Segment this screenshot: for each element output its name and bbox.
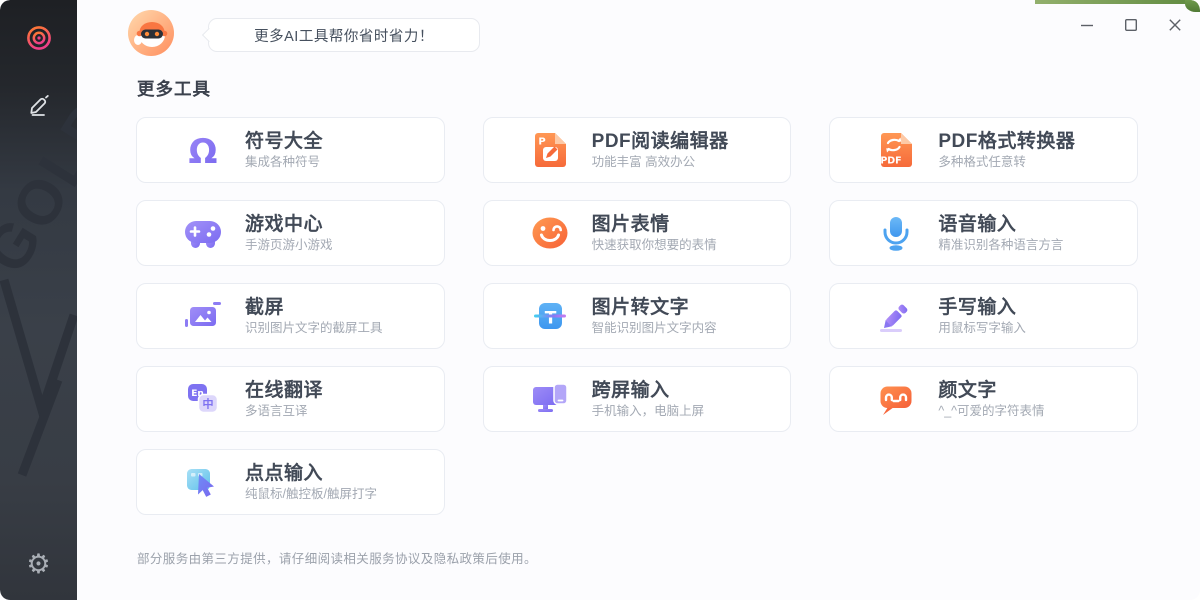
screenshot-icon — [183, 296, 223, 336]
microphone-icon — [876, 213, 916, 253]
tool-subtitle: 快速获取你想要的表情 — [592, 238, 717, 253]
page-title: 更多工具 — [137, 76, 211, 101]
window-controls — [1072, 10, 1190, 40]
tool-card-handwriting[interactable]: 手写输入 用鼠标写字输入 — [829, 283, 1138, 349]
promo-bubble: 更多AI工具帮你省时省力！ — [208, 18, 480, 52]
close-button[interactable] — [1160, 10, 1190, 40]
cross-screen-icon — [530, 379, 570, 419]
tool-title: PDF格式转换器 — [938, 131, 1075, 152]
tool-card-image-to-text[interactable]: T 图片转文字 智能识别图片文字内容 — [483, 283, 792, 349]
tool-title: 图片转文字 — [592, 297, 717, 318]
tool-subtitle: 精准识别各种语言方言 — [938, 238, 1063, 253]
minimize-button[interactable] — [1072, 10, 1102, 40]
tool-subtitle: 纯鼠标/触控板/触屏打字 — [245, 487, 377, 502]
sidebar-watermark-zigzag — [0, 260, 77, 490]
tool-subtitle: 多语言互译 — [245, 404, 323, 419]
cursor-click-icon — [183, 462, 223, 502]
svg-text:Ω: Ω — [189, 132, 218, 170]
pdf-convert-icon: PDF — [876, 130, 916, 170]
tool-card-pdf-converter[interactable]: PDF PDF格式转换器 多种格式任意转 — [829, 117, 1138, 183]
tool-title: 游戏中心 — [245, 214, 333, 235]
tool-subtitle: 手机输入，电脑上屏 — [592, 404, 705, 419]
tool-subtitle: ^_^可爱的字符表情 — [938, 404, 1044, 419]
promo-bubble-text: 更多AI工具帮你省时省力！ — [254, 25, 434, 46]
edit-pen-icon[interactable] — [17, 82, 61, 126]
brand-logo-icon[interactable] — [17, 16, 61, 60]
svg-text:中: 中 — [203, 397, 214, 411]
tools-grid: Ω 符号大全 集成各种符号 P — [136, 117, 1138, 515]
omega-icon: Ω — [183, 130, 223, 170]
svg-text:P: P — [538, 137, 545, 148]
tool-subtitle: 识别图片文字的截屏工具 — [245, 321, 383, 336]
app-window: GOLD ⚙ — [0, 0, 1200, 600]
tool-card-game-center[interactable]: 游戏中心 手游页游小游戏 — [136, 200, 445, 266]
svg-text:T: T — [544, 309, 556, 329]
maximize-button[interactable] — [1116, 10, 1146, 40]
mascot-avatar[interactable] — [128, 10, 174, 56]
tool-title: 点点输入 — [245, 463, 377, 484]
image-to-text-icon: T — [530, 296, 570, 336]
settings-gear-icon[interactable]: ⚙ — [17, 542, 61, 586]
svg-text:PDF: PDF — [881, 156, 902, 167]
smiley-icon — [530, 213, 570, 253]
translate-icon: En 中 — [183, 379, 223, 419]
tool-title: 手写输入 — [938, 297, 1026, 318]
tool-card-kaomoji[interactable]: 颜文字 ^_^可爱的字符表情 — [829, 366, 1138, 432]
disclaimer-text: 部分服务由第三方提供，请仔细阅读相关服务协议及隐私政策后使用。 — [137, 548, 537, 567]
tool-title: PDF阅读编辑器 — [592, 131, 729, 152]
tool-subtitle: 智能识别图片文字内容 — [592, 321, 717, 336]
main-panel: 更多AI工具帮你省时省力！ 更多工具 Ω — [77, 0, 1200, 600]
tool-title: 在线翻译 — [245, 380, 323, 401]
desktop-corner-accent — [1035, 0, 1200, 4]
tool-subtitle: 手游页游小游戏 — [245, 238, 333, 253]
tool-title: 跨屏输入 — [592, 380, 705, 401]
tool-card-cross-screen[interactable]: 跨屏输入 手机输入，电脑上屏 — [483, 366, 792, 432]
tool-card-translate[interactable]: En 中 在线翻译 多语言互译 — [136, 366, 445, 432]
sidebar: GOLD ⚙ — [0, 0, 77, 600]
tool-card-screenshot[interactable]: 截屏 识别图片文字的截屏工具 — [136, 283, 445, 349]
gamepad-icon — [183, 213, 223, 253]
tool-card-voice-input[interactable]: 语音输入 精准识别各种语言方言 — [829, 200, 1138, 266]
tool-title: 图片表情 — [592, 214, 717, 235]
tool-subtitle: 多种格式任意转 — [938, 155, 1075, 170]
tool-card-image-emoji[interactable]: 图片表情 快速获取你想要的表情 — [483, 200, 792, 266]
tool-title: 颜文字 — [938, 380, 1044, 401]
tool-card-click-input[interactable]: 点点输入 纯鼠标/触控板/触屏打字 — [136, 449, 445, 515]
tool-card-symbols[interactable]: Ω 符号大全 集成各种符号 — [136, 117, 445, 183]
tool-title: 截屏 — [245, 297, 383, 318]
handwriting-pen-icon — [876, 296, 916, 336]
tool-subtitle: 功能丰富 高效办公 — [592, 155, 729, 170]
tool-title: 语音输入 — [938, 214, 1063, 235]
tool-title: 符号大全 — [245, 131, 323, 152]
kaomoji-icon — [876, 379, 916, 419]
tool-subtitle: 集成各种符号 — [245, 155, 323, 170]
pdf-edit-icon: P — [530, 130, 570, 170]
tool-subtitle: 用鼠标写字输入 — [938, 321, 1026, 336]
tool-card-pdf-editor[interactable]: P PDF阅读编辑器 功能丰富 高效办公 — [483, 117, 792, 183]
